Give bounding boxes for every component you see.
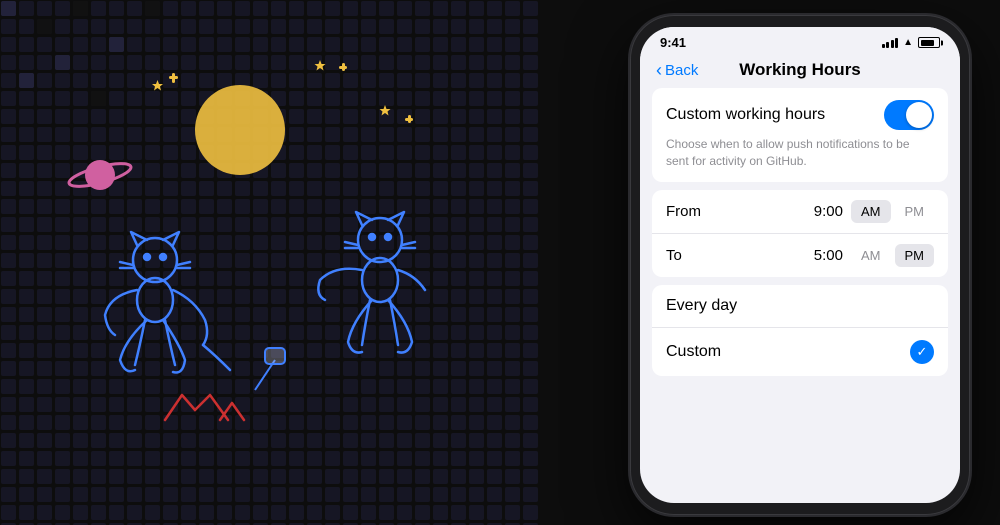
from-ampm: AM PM — [851, 200, 934, 223]
status-time: 9:41 — [660, 35, 686, 50]
toggle-knob — [906, 102, 932, 128]
wifi-icon: ▲ — [903, 37, 913, 48]
illustration — [0, 0, 530, 525]
back-chevron-icon: ‹ — [656, 61, 662, 79]
to-label: To — [666, 247, 706, 264]
toggle-description: Choose when to allow push notifications … — [666, 136, 934, 170]
toggle-section: Custom working hours Choose when to allo… — [652, 88, 948, 182]
nav-bar: ‹ Back Working Hours — [640, 54, 960, 88]
to-ampm: AM PM — [851, 244, 934, 267]
every-day-row[interactable]: Every day — [652, 285, 948, 328]
from-label: From — [666, 203, 706, 220]
to-value: 5:00 — [799, 247, 843, 264]
custom-label: Custom — [666, 343, 721, 361]
phone-frame: 9:41 ▲ ‹ Bac — [630, 15, 970, 515]
custom-row[interactable]: Custom ✓ — [652, 328, 948, 376]
to-controls: 5:00 AM PM — [799, 244, 934, 267]
to-row: To 5:00 AM PM — [652, 234, 948, 277]
signal-bar-2 — [886, 42, 889, 48]
phone-mockup: 9:41 ▲ ‹ Bac — [630, 15, 970, 515]
status-icons: ▲ — [882, 37, 940, 48]
from-pm-button[interactable]: PM — [895, 200, 935, 223]
back-button[interactable]: ‹ Back — [656, 61, 698, 79]
custom-checkmark: ✓ — [910, 340, 934, 364]
back-label: Back — [665, 62, 698, 79]
time-section: From 9:00 AM PM To 5:00 — [652, 190, 948, 277]
battery-fill — [921, 40, 935, 46]
signal-bar-4 — [895, 38, 898, 48]
from-row: From 9:00 AM PM — [652, 190, 948, 234]
checkmark-icon: ✓ — [917, 344, 928, 360]
from-controls: 9:00 AM PM — [799, 200, 934, 223]
battery-icon — [918, 37, 940, 48]
to-am-button[interactable]: AM — [851, 244, 891, 267]
signal-bar-3 — [891, 40, 894, 48]
status-bar: 9:41 ▲ — [640, 27, 960, 54]
toggle-switch[interactable] — [884, 100, 934, 130]
from-value: 9:00 — [799, 203, 843, 220]
to-pm-button[interactable]: PM — [895, 244, 935, 267]
phone-screen: 9:41 ▲ ‹ Bac — [640, 27, 960, 503]
signal-bar-1 — [882, 44, 885, 48]
toggle-row: Custom working hours — [666, 100, 934, 130]
toggle-label: Custom working hours — [666, 106, 825, 124]
schedule-section: Every day Custom ✓ — [652, 285, 948, 376]
signal-bars-icon — [882, 38, 899, 48]
nav-title: Working Hours — [739, 60, 861, 80]
screen-content: Custom working hours Choose when to allo… — [640, 88, 960, 376]
from-am-button[interactable]: AM — [851, 200, 891, 223]
every-day-label: Every day — [666, 297, 737, 315]
